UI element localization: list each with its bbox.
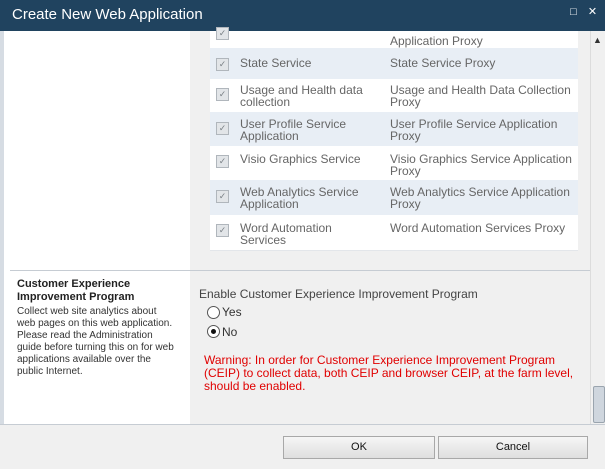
section-divider (10, 270, 590, 271)
maximize-icon[interactable]: □ (567, 6, 580, 19)
service-row: ✓ Visio Graphics Service Visio Graphics … (210, 146, 578, 181)
service-proxy: State Service Proxy (390, 56, 496, 70)
service-row: ✓ State Service State Service Proxy (210, 48, 578, 80)
ceip-yes-label[interactable]: Yes (222, 305, 242, 319)
ceip-section-description: Collect web site analytics about web pag… (17, 306, 174, 377)
ceip-section-title: Customer Experience Improvement Program (17, 278, 135, 303)
service-name: State Service (240, 56, 312, 70)
service-name: Word Automation Services (240, 221, 332, 247)
window-border (0, 31, 4, 468)
vertical-scrollbar[interactable]: ▲ (590, 31, 605, 426)
window-title: Create New Web Application (12, 6, 203, 23)
ok-button[interactable]: OK (283, 436, 435, 459)
service-name: Web Analytics Service Application (240, 185, 359, 211)
service-checkbox[interactable]: ✓ (216, 224, 229, 237)
title-bar: Create New Web Application □ ✕ (0, 0, 605, 31)
service-checkbox[interactable]: ✓ (216, 58, 229, 71)
service-name: Visio Graphics Service (240, 152, 361, 166)
service-row: ✓ Web Analytics Service Application Web … (210, 180, 578, 216)
service-name: User Profile Service Application (240, 117, 347, 143)
close-icon[interactable]: ✕ (586, 6, 599, 19)
ceip-no-radio[interactable] (207, 325, 220, 338)
service-proxy: Usage and Health Data Collection Proxy (390, 83, 571, 109)
ceip-yes-radio[interactable] (207, 306, 220, 319)
service-proxy: Application Proxy (390, 34, 483, 48)
service-proxy: User Profile Service Application Proxy (390, 117, 558, 143)
service-checkbox[interactable]: ✓ (216, 155, 229, 168)
service-checkbox[interactable]: ✓ (216, 122, 229, 135)
radio-selected-dot (211, 329, 216, 334)
ceip-warning-text: Warning: In order for Customer Experienc… (204, 353, 574, 393)
service-row: ✓ Application Proxy (210, 27, 578, 49)
service-proxy: Web Analytics Service Application Proxy (390, 185, 570, 211)
scrollbar-thumb[interactable] (593, 386, 605, 423)
service-checkbox[interactable]: ✓ (216, 88, 229, 101)
service-checkbox[interactable]: ✓ (216, 190, 229, 203)
service-row: ✓ Word Automation Services Word Automati… (210, 215, 578, 251)
scroll-up-icon[interactable]: ▲ (593, 35, 602, 45)
ceip-no-label[interactable]: No (222, 325, 237, 339)
service-row: ✓ Usage and Health data collection Usage… (210, 79, 578, 113)
service-proxy: Word Automation Services Proxy (390, 221, 566, 235)
cancel-button[interactable]: Cancel (438, 436, 588, 459)
service-checkbox[interactable]: ✓ (216, 27, 229, 40)
service-name: Usage and Health data collection (240, 83, 363, 109)
service-row: ✓ User Profile Service Application User … (210, 112, 578, 147)
service-proxy: Visio Graphics Service Application Proxy (390, 152, 572, 178)
ceip-enable-label: Enable Customer Experience Improvement P… (199, 287, 478, 301)
